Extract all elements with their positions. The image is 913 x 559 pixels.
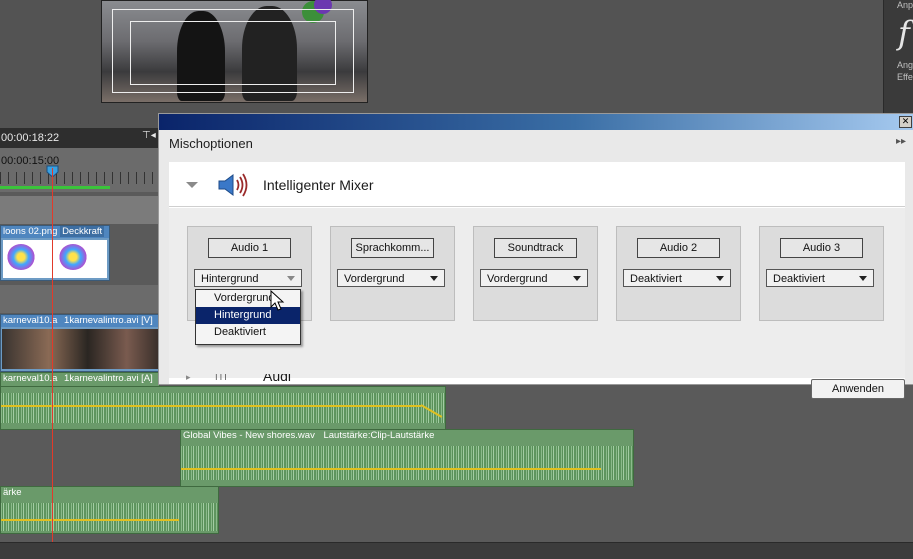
- close-button[interactable]: ✕: [899, 116, 912, 128]
- dropdown-option-disabled[interactable]: Deaktiviert: [196, 324, 300, 341]
- playhead[interactable]: [52, 168, 53, 558]
- channel-name: Soundtrack: [494, 238, 577, 258]
- clip-title: ärke: [3, 487, 22, 498]
- speaker-icon: [218, 173, 248, 197]
- clip-title: Global Vibes - New shores.wav Lautstärke…: [181, 430, 633, 442]
- channel-panel: Audio 2 Deaktiviert: [616, 226, 741, 321]
- panel-menu-icon[interactable]: ▸▸: [896, 136, 906, 147]
- effects-label-bottom: Effe: [897, 72, 913, 82]
- mode-select[interactable]: Deaktiviert: [623, 269, 731, 287]
- effects-panel: Anp f Ang Effe: [883, 0, 913, 115]
- channel-panel: Soundtrack Vordergrund: [473, 226, 598, 321]
- chevron-down-icon: [430, 276, 438, 281]
- timecode-bar: 00:00:18:22 ⊤◂: [0, 128, 158, 148]
- chevron-down-icon: [573, 276, 581, 281]
- current-timecode[interactable]: 00:00:18:22: [1, 132, 59, 144]
- snap-icon[interactable]: ⊤◂: [142, 130, 156, 141]
- video-clip[interactable]: karneval10.a 1karnevalintro.avi [V]: [0, 314, 160, 372]
- channel-name: Sprachkomm...: [351, 238, 434, 258]
- dialog-titlebar[interactable]: ✕: [159, 114, 913, 130]
- music-clip-name: Global Vibes - New shores.wav: [183, 430, 315, 441]
- chevron-down-icon: [859, 276, 867, 281]
- dialog-title: Mischoptionen: [169, 136, 253, 151]
- mode-select[interactable]: Hintergrund: [194, 269, 302, 287]
- effects-label-mid: Ang: [897, 60, 913, 70]
- mode-select[interactable]: Vordergrund: [480, 269, 588, 287]
- fx-icon[interactable]: f: [898, 14, 910, 52]
- ruler-ticks: [0, 172, 158, 184]
- clip-title: karneval10.a 1karnevalintro.avi [V]: [1, 315, 159, 327]
- timeline-toolbar: [0, 542, 913, 559]
- clip-title: loons 02.png Deckkraft: [1, 226, 109, 238]
- chevron-down-icon: [287, 276, 295, 281]
- mode-select[interactable]: Deaktiviert: [766, 269, 874, 287]
- channel-name: Audio 1: [208, 238, 291, 258]
- clip-title: karneval10.a 1karnevalintro.avi [A]: [3, 373, 153, 384]
- music-clip[interactable]: Global Vibes - New shores.wav Lautstärke…: [180, 429, 634, 487]
- audio-clip[interactable]: [0, 386, 446, 430]
- track-header: [0, 196, 158, 224]
- next-section-header[interactable]: ▸ ||| Audi: [169, 374, 905, 384]
- audio-clip-lower[interactable]: ärke: [0, 486, 219, 534]
- image-clip[interactable]: loons 02.png Deckkraft: [0, 225, 110, 281]
- collapse-icon[interactable]: [186, 182, 198, 188]
- section-title: Intelligenter Mixer: [263, 177, 374, 193]
- time-ruler[interactable]: 00:00:15:00: [0, 148, 158, 192]
- track-spacer: [0, 285, 158, 313]
- next-section-title: Audi: [263, 374, 292, 384]
- channel-name: Audio 2: [637, 238, 720, 258]
- channel-name: Audio 3: [780, 238, 863, 258]
- effects-label-top: Anp: [897, 0, 913, 10]
- render-bar: [0, 186, 110, 189]
- mode-select[interactable]: Vordergrund: [337, 269, 445, 287]
- channel-panel: Sprachkomm... Vordergrund: [330, 226, 455, 321]
- video-preview: [101, 0, 368, 103]
- dialog-content: Intelligenter Mixer Audio 1 Hintergrund …: [169, 162, 905, 399]
- volume-label: Lautstärke:Clip-Lautstärke: [323, 430, 435, 441]
- channel-panel: Audio 3 Deaktiviert: [759, 226, 884, 321]
- chevron-down-icon: [716, 276, 724, 281]
- smart-mixer-section-header[interactable]: Intelligenter Mixer: [169, 162, 905, 207]
- mouse-cursor-icon: [270, 290, 285, 311]
